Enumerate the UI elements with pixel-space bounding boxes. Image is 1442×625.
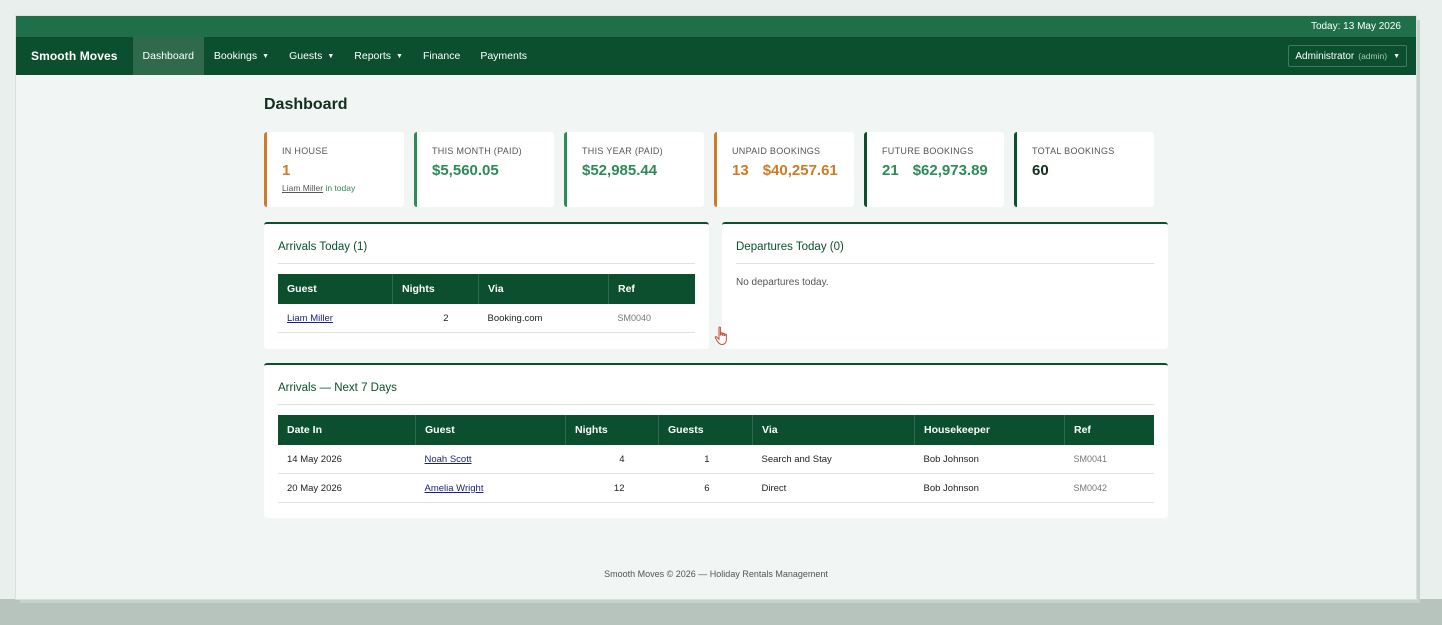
panel-title: Arrivals Today (1) bbox=[278, 224, 695, 264]
app-window: Today: 13 May 2026 Smooth Moves Dashboar… bbox=[16, 16, 1416, 599]
footer: Smooth Moves © 2026 — Holiday Rentals Ma… bbox=[604, 569, 828, 579]
hand-pointer-icon bbox=[714, 326, 727, 346]
today-date: Today: 13 May 2026 bbox=[1310, 21, 1401, 32]
user-menu-button[interactable]: Administrator (admin) ▼ bbox=[1288, 45, 1407, 67]
nav-reports[interactable]: Reports ▼ bbox=[344, 37, 413, 75]
guest-link[interactable]: Amelia Wright bbox=[425, 483, 484, 494]
in-house-guest-link[interactable]: Liam Miller bbox=[282, 183, 323, 193]
panel-title: Departures Today (0) bbox=[736, 224, 1154, 264]
guest-link[interactable]: Noah Scott bbox=[425, 454, 472, 465]
page-title: Dashboard bbox=[264, 96, 348, 113]
caret-down-icon: ▼ bbox=[1393, 52, 1400, 60]
caret-down-icon: ▼ bbox=[396, 52, 403, 60]
stat-in-house: IN HOUSE 1 Liam Miller in today bbox=[264, 132, 404, 207]
nav-finance[interactable]: Finance bbox=[413, 37, 470, 75]
nav-guests[interactable]: Guests ▼ bbox=[279, 37, 344, 75]
brand-logo[interactable]: Smooth Moves bbox=[16, 49, 133, 63]
table-row: 14 May 2026 Noah Scott 4 1 Search and St… bbox=[278, 445, 1154, 474]
arrivals-today-panel: Arrivals Today (1) Guest Nights Via Ref … bbox=[264, 222, 709, 349]
user-role: (admin) bbox=[1358, 51, 1388, 61]
nav-payments[interactable]: Payments bbox=[470, 37, 537, 75]
table-row: 20 May 2026 Amelia Wright 12 6 Direct Bo… bbox=[278, 473, 1154, 503]
navbar: Smooth Moves Dashboard Bookings ▼ Guests ▼… bbox=[16, 37, 1416, 75]
departures-today-panel: Departures Today (0) No departures today… bbox=[722, 222, 1168, 349]
arrivals-week-table: Date In Guest Nights Guests Via Housekee… bbox=[278, 415, 1154, 503]
caret-down-icon: ▼ bbox=[262, 52, 270, 60]
empty-message: No departures today. bbox=[736, 277, 829, 288]
nav-dashboard[interactable]: Dashboard bbox=[132, 37, 204, 75]
caret-down-icon: ▼ bbox=[327, 52, 335, 60]
stat-future: FUTURE BOOKINGS 21 $62,973.89 bbox=[864, 132, 1004, 207]
user-name: Administrator bbox=[1295, 50, 1355, 62]
stat-this-year: THIS YEAR (PAID) $52,985.44 bbox=[564, 132, 704, 207]
table-row: Liam Miller 2 Booking.com SM0040 bbox=[278, 304, 695, 333]
arrivals-today-table: Guest Nights Via Ref Liam Miller 2 Booki… bbox=[278, 274, 695, 333]
stat-unpaid: UNPAID BOOKINGS 13 $40,257.61 bbox=[714, 132, 854, 207]
arrivals-week-panel: Arrivals — Next 7 Days Date In Guest Nig… bbox=[264, 363, 1168, 518]
nav-bookings[interactable]: Bookings ▼ bbox=[204, 37, 279, 75]
stat-this-month: THIS MONTH (PAID) $5,560.05 bbox=[414, 132, 554, 207]
top-strip: Today: 13 May 2026 bbox=[16, 16, 1416, 37]
panel-title: Arrivals — Next 7 Days bbox=[278, 365, 1154, 405]
stat-total: TOTAL BOOKINGS 60 bbox=[1014, 132, 1154, 207]
stats-row: IN HOUSE 1 Liam Miller in today THIS MON… bbox=[264, 132, 1154, 207]
desktop-background bbox=[0, 599, 1442, 625]
guest-link[interactable]: Liam Miller bbox=[287, 313, 333, 324]
